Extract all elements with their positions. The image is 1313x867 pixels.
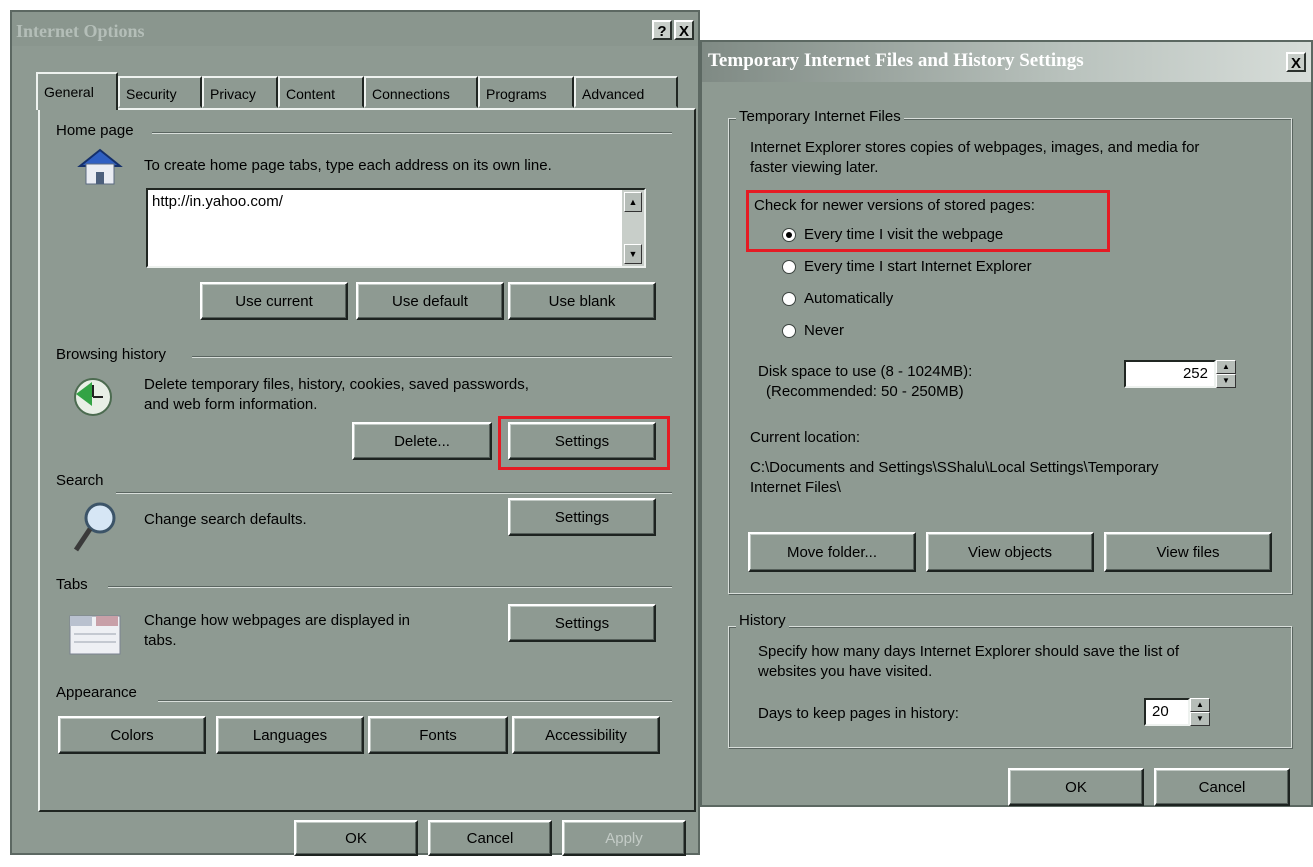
- option-every-start[interactable]: Every time I start Internet Explorer: [804, 257, 1032, 276]
- tabs-settings-button[interactable]: Settings: [508, 604, 656, 642]
- use-default-button[interactable]: Use default: [356, 282, 504, 320]
- fonts-button[interactable]: Fonts: [368, 716, 508, 754]
- radio-never[interactable]: [782, 324, 796, 338]
- cancel-button[interactable]: Cancel: [1154, 768, 1290, 806]
- move-folder-button[interactable]: Move folder...: [748, 532, 916, 572]
- divider: [152, 132, 672, 134]
- browsing-history-desc-2: and web form information.: [144, 396, 318, 413]
- days-stepper[interactable]: ▲ ▼: [1190, 698, 1210, 726]
- spin-up-icon[interactable]: ▲: [1216, 360, 1236, 374]
- divider: [108, 586, 672, 588]
- browsing-history-label: Browsing history: [56, 346, 171, 363]
- divider: [192, 356, 672, 358]
- home-page-description: To create home page tabs, type each addr…: [144, 157, 552, 174]
- close-button[interactable]: X: [674, 20, 694, 40]
- days-value: 20: [1152, 703, 1169, 720]
- current-location-label: Current location:: [750, 429, 861, 446]
- option-every-visit[interactable]: Every time I visit the webpage: [804, 225, 1003, 244]
- close-button[interactable]: X: [1286, 52, 1306, 72]
- history-desc-1: Specify how many days Internet Explorer …: [758, 643, 1180, 660]
- option-never[interactable]: Never: [804, 321, 844, 340]
- tab-advanced[interactable]: Advanced: [574, 76, 678, 108]
- temp-files-history-dialog: Temporary Internet Files and History Set…: [700, 40, 1313, 807]
- view-files-button[interactable]: View files: [1104, 532, 1272, 572]
- home-page-input[interactable]: http://in.yahoo.com/ ▲ ▼: [146, 188, 646, 268]
- tab-privacy[interactable]: Privacy: [202, 76, 278, 108]
- ok-button[interactable]: OK: [294, 820, 418, 856]
- tabs-desc-2: tabs.: [144, 632, 177, 649]
- disk-space-value: 252: [1182, 365, 1208, 382]
- dialog-title: Temporary Internet Files and History Set…: [708, 50, 1084, 71]
- dialog-title: Internet Options: [16, 21, 145, 41]
- divider: [116, 492, 672, 494]
- accessibility-button[interactable]: Accessibility: [512, 716, 660, 754]
- disk-space-input[interactable]: 252: [1124, 360, 1216, 388]
- apply-button[interactable]: Apply: [562, 820, 686, 856]
- appearance-label: Appearance: [56, 684, 141, 701]
- tab-content[interactable]: Content: [278, 76, 364, 108]
- help-button[interactable]: ?: [652, 20, 672, 40]
- tab-security[interactable]: Security: [118, 76, 202, 108]
- radio-every-start[interactable]: [782, 260, 796, 274]
- spin-down-icon[interactable]: ▼: [1190, 712, 1210, 726]
- search-description: Change search defaults.: [144, 511, 307, 528]
- location-path-2: Internet Files\: [750, 479, 841, 496]
- disk-space-label-2: (Recommended: 50 - 250MB): [766, 383, 964, 400]
- tab-programs[interactable]: Programs: [478, 76, 574, 108]
- tabs-label: Tabs: [56, 576, 92, 593]
- home-page-url: http://in.yahoo.com/: [152, 193, 283, 210]
- view-objects-button[interactable]: View objects: [926, 532, 1094, 572]
- delete-history-button[interactable]: Delete...: [352, 422, 492, 460]
- tab-general[interactable]: General: [36, 72, 118, 110]
- title-bar[interactable]: Temporary Internet Files and History Set…: [702, 42, 1311, 82]
- check-newer-label: Check for newer versions of stored pages…: [754, 197, 1035, 214]
- search-settings-button[interactable]: Settings: [508, 498, 656, 536]
- temp-files-desc-1: Internet Explorer stores copies of webpa…: [750, 139, 1200, 156]
- history-group-label: History: [736, 612, 789, 629]
- tabs-desc-1: Change how webpages are displayed in: [144, 612, 411, 629]
- colors-button[interactable]: Colors: [58, 716, 206, 754]
- divider: [158, 700, 672, 702]
- magnifier-icon: [73, 502, 116, 552]
- internet-options-dialog: Internet Options ? X General Security Pr…: [10, 10, 700, 856]
- scroll-up-icon[interactable]: ▲: [624, 192, 642, 212]
- disk-space-label-1: Disk space to use (8 - 1024MB):: [758, 363, 973, 380]
- tabs-icon: [69, 615, 121, 655]
- languages-button[interactable]: Languages: [216, 716, 364, 754]
- scrollbar[interactable]: ▲ ▼: [622, 190, 644, 266]
- scroll-down-icon[interactable]: ▼: [624, 244, 642, 264]
- location-path-1: C:\Documents and Settings\SShalu\Local S…: [750, 459, 1159, 476]
- browsing-history-desc-1: Delete temporary files, history, cookies…: [144, 376, 529, 393]
- ok-button[interactable]: OK: [1008, 768, 1144, 806]
- disk-space-stepper[interactable]: ▲ ▼: [1216, 360, 1236, 388]
- days-input[interactable]: 20: [1144, 698, 1190, 726]
- tab-connections[interactable]: Connections: [364, 76, 478, 108]
- history-desc-2: websites you have visited.: [758, 663, 933, 680]
- days-label: Days to keep pages in history:: [758, 705, 959, 722]
- option-automatically[interactable]: Automatically: [804, 289, 893, 308]
- radio-every-visit[interactable]: [782, 228, 796, 242]
- cancel-button[interactable]: Cancel: [428, 820, 552, 856]
- highlight-box: [498, 416, 670, 470]
- home-icon: [77, 148, 123, 185]
- search-label: Search: [56, 472, 108, 489]
- spin-up-icon[interactable]: ▲: [1190, 698, 1210, 712]
- radio-automatically[interactable]: [782, 292, 796, 306]
- use-current-button[interactable]: Use current: [200, 282, 348, 320]
- temp-files-desc-2: faster viewing later.: [750, 159, 879, 176]
- use-blank-button[interactable]: Use blank: [508, 282, 656, 320]
- home-page-label: Home page: [56, 122, 138, 139]
- temp-files-group-label: Temporary Internet Files: [736, 108, 904, 125]
- title-bar[interactable]: Internet Options ? X: [12, 12, 698, 46]
- history-clock-icon: [74, 378, 112, 416]
- spin-down-icon[interactable]: ▼: [1216, 374, 1236, 388]
